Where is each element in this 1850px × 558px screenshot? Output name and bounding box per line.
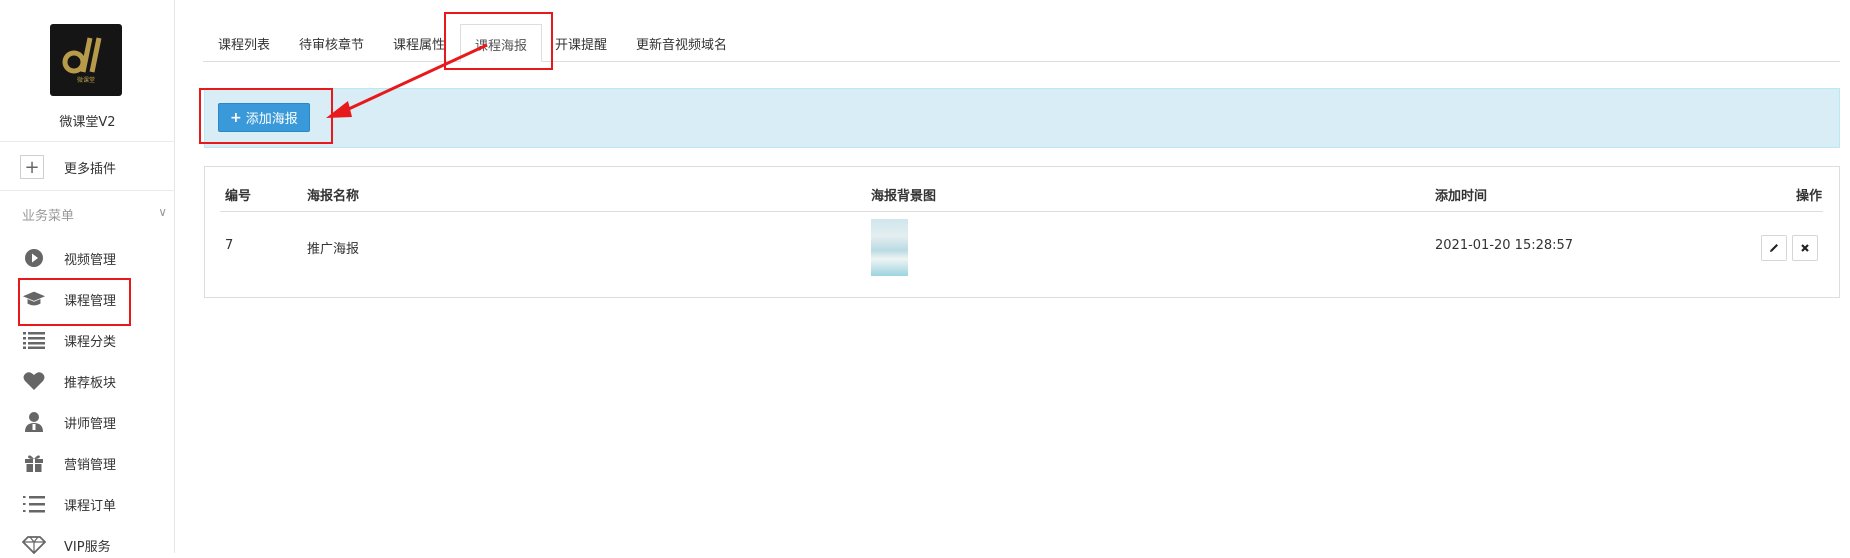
gift-icon [22, 451, 46, 475]
table-header-divider [220, 211, 1823, 212]
sidebar-item-video[interactable]: 视频管理 [22, 245, 116, 271]
highlight-poster-tab [444, 12, 553, 70]
cell-name: 推广海报 [307, 242, 360, 257]
tab-course-list[interactable]: 课程列表 [218, 34, 270, 53]
toolbar-panel [204, 88, 1840, 148]
teacher-icon [22, 410, 46, 434]
app-logo: 微课堂 [50, 24, 122, 96]
tab-course-attributes[interactable]: 课程属性 [393, 34, 445, 53]
col-header-background: 海报背景图 [871, 189, 937, 204]
plus-icon: + [20, 155, 44, 179]
poster-table [204, 166, 1840, 298]
diamond-icon [22, 533, 46, 557]
edit-button[interactable] [1761, 235, 1787, 261]
tab-pending-chapters[interactable]: 待审核章节 [299, 34, 364, 53]
heart-icon [22, 369, 46, 393]
tab-course-reminder[interactable]: 开课提醒 [555, 34, 607, 53]
sidebar-item-label: VIP服务 [64, 539, 111, 555]
sidebar-item-label: 推荐板块 [64, 375, 117, 391]
app-name: 微课堂V2 [59, 115, 116, 130]
menu-section-title: 业务菜单 [22, 209, 75, 224]
sidebar-item-recommend[interactable]: 推荐板块 [22, 368, 116, 394]
menu-section-header[interactable]: 业务菜单 ∨ [22, 205, 167, 224]
highlight-course-menu [18, 278, 131, 326]
sidebar-item-teacher[interactable]: 讲师管理 [22, 409, 116, 435]
col-header-name: 海报名称 [307, 189, 360, 204]
col-header-actions: 操作 [1796, 189, 1823, 204]
divider [0, 141, 175, 142]
poster-thumbnail[interactable] [871, 219, 908, 276]
sidebar-item-label: 课程分类 [64, 334, 117, 350]
list-icon [22, 328, 46, 352]
logo-caption: 微课堂 [76, 77, 95, 84]
sidebar-item-orders[interactable]: 课程订单 [22, 491, 116, 517]
sidebar-item-label: 讲师管理 [64, 416, 117, 432]
cell-id: 7 [225, 238, 234, 253]
sidebar-item-marketing[interactable]: 营销管理 [22, 450, 116, 476]
sidebar-item-vip[interactable]: VIP服务 [22, 532, 111, 558]
highlight-add-button [199, 88, 333, 144]
cell-added-time: 2021-01-20 15:28:57 [1435, 238, 1574, 253]
play-icon [22, 246, 46, 270]
delete-button[interactable] [1792, 235, 1818, 261]
sidebar: 微课堂 微课堂V2 + 更多插件 业务菜单 ∨ 视频管理 课程管理 课程分类 推… [0, 0, 175, 555]
ordered-list-icon [22, 492, 46, 516]
tab-update-media-domain[interactable]: 更新音视频域名 [636, 34, 727, 53]
sidebar-item-label: 视频管理 [64, 252, 117, 268]
pencil-icon [1770, 244, 1778, 252]
logo-icon [62, 37, 102, 74]
col-header-added-time: 添加时间 [1435, 189, 1488, 204]
sidebar-item-category[interactable]: 课程分类 [22, 327, 116, 353]
sidebar-item-label: 课程订单 [64, 498, 117, 514]
more-plugins-label: 更多插件 [64, 161, 117, 177]
chevron-down-icon: ∨ [158, 205, 167, 219]
sidebar-item-label: 营销管理 [64, 457, 117, 473]
more-plugins-button[interactable]: + 更多插件 [20, 154, 116, 180]
divider [0, 190, 175, 191]
close-icon [1801, 244, 1809, 252]
col-header-id: 编号 [225, 189, 252, 204]
